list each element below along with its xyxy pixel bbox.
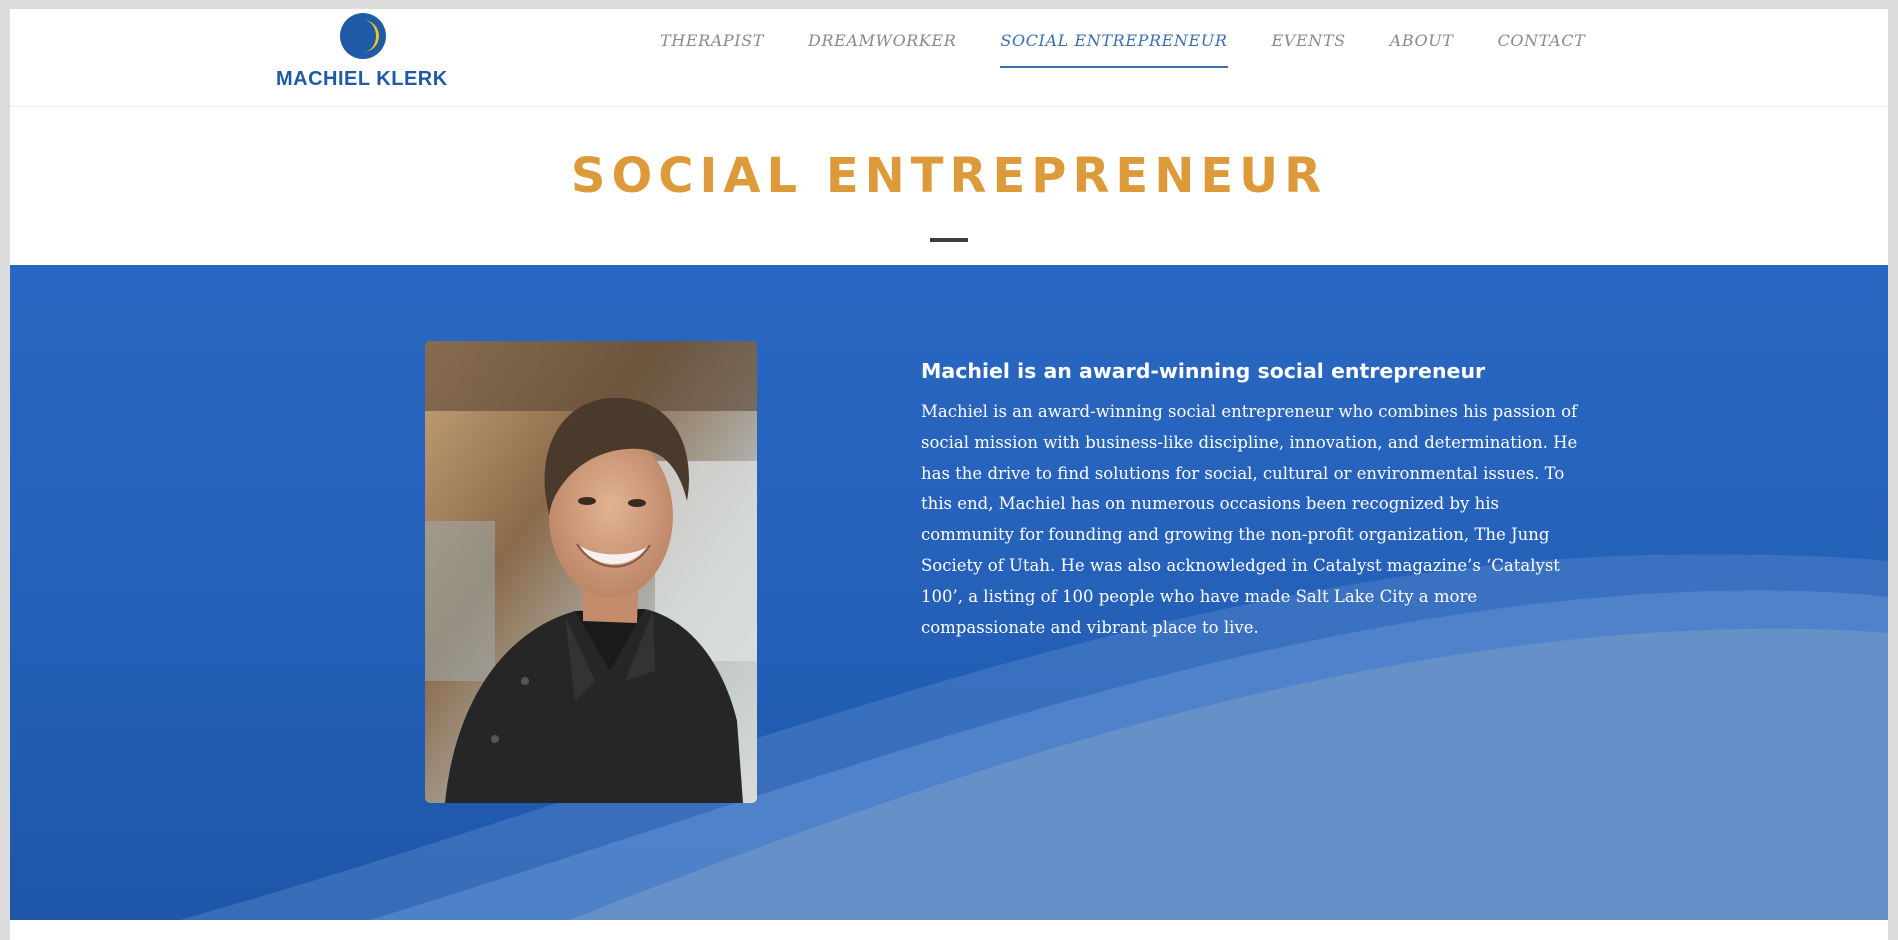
nav-item-social-entrepreneur[interactable]: SOCIAL ENTREPRENEUR [1000,9,1228,68]
nav-item-events[interactable]: EVENTS [1272,9,1346,62]
portrait-illustration [425,341,757,803]
nav-item-dreamworker[interactable]: DREAMWORKER [808,9,956,62]
feature-copy: Machiel is an award-winning social entre… [921,359,1591,643]
brand-name: MACHIEL KLERK [276,68,448,90]
page-title: SOCIAL ENTREPRENEUR [570,148,1328,204]
feature-body: Machiel is an award-winning social entre… [921,402,1578,637]
nav-item-therapist[interactable]: THERAPIST [660,9,764,62]
page: MACHIEL KLERK THERAPIST DREAMWORKER SOCI… [10,9,1888,940]
portrait-photo [425,341,757,803]
feature-section: Machiel is an award-winning social entre… [10,265,1888,920]
footer-strip [10,920,1888,940]
site-header: MACHIEL KLERK THERAPIST DREAMWORKER SOCI… [10,9,1888,107]
nav-item-contact[interactable]: CONTACT [1498,9,1586,62]
feature-heading: Machiel is an award-winning social entre… [921,359,1486,383]
crescent-moon-icon [340,13,386,59]
title-section: SOCIAL ENTREPRENEUR [10,108,1888,265]
nav-item-about[interactable]: ABOUT [1390,9,1454,62]
main-nav: THERAPIST DREAMWORKER SOCIAL ENTREPRENEU… [660,9,1629,107]
site-logo[interactable]: MACHIEL KLERK [266,12,456,98]
title-divider [930,238,968,242]
